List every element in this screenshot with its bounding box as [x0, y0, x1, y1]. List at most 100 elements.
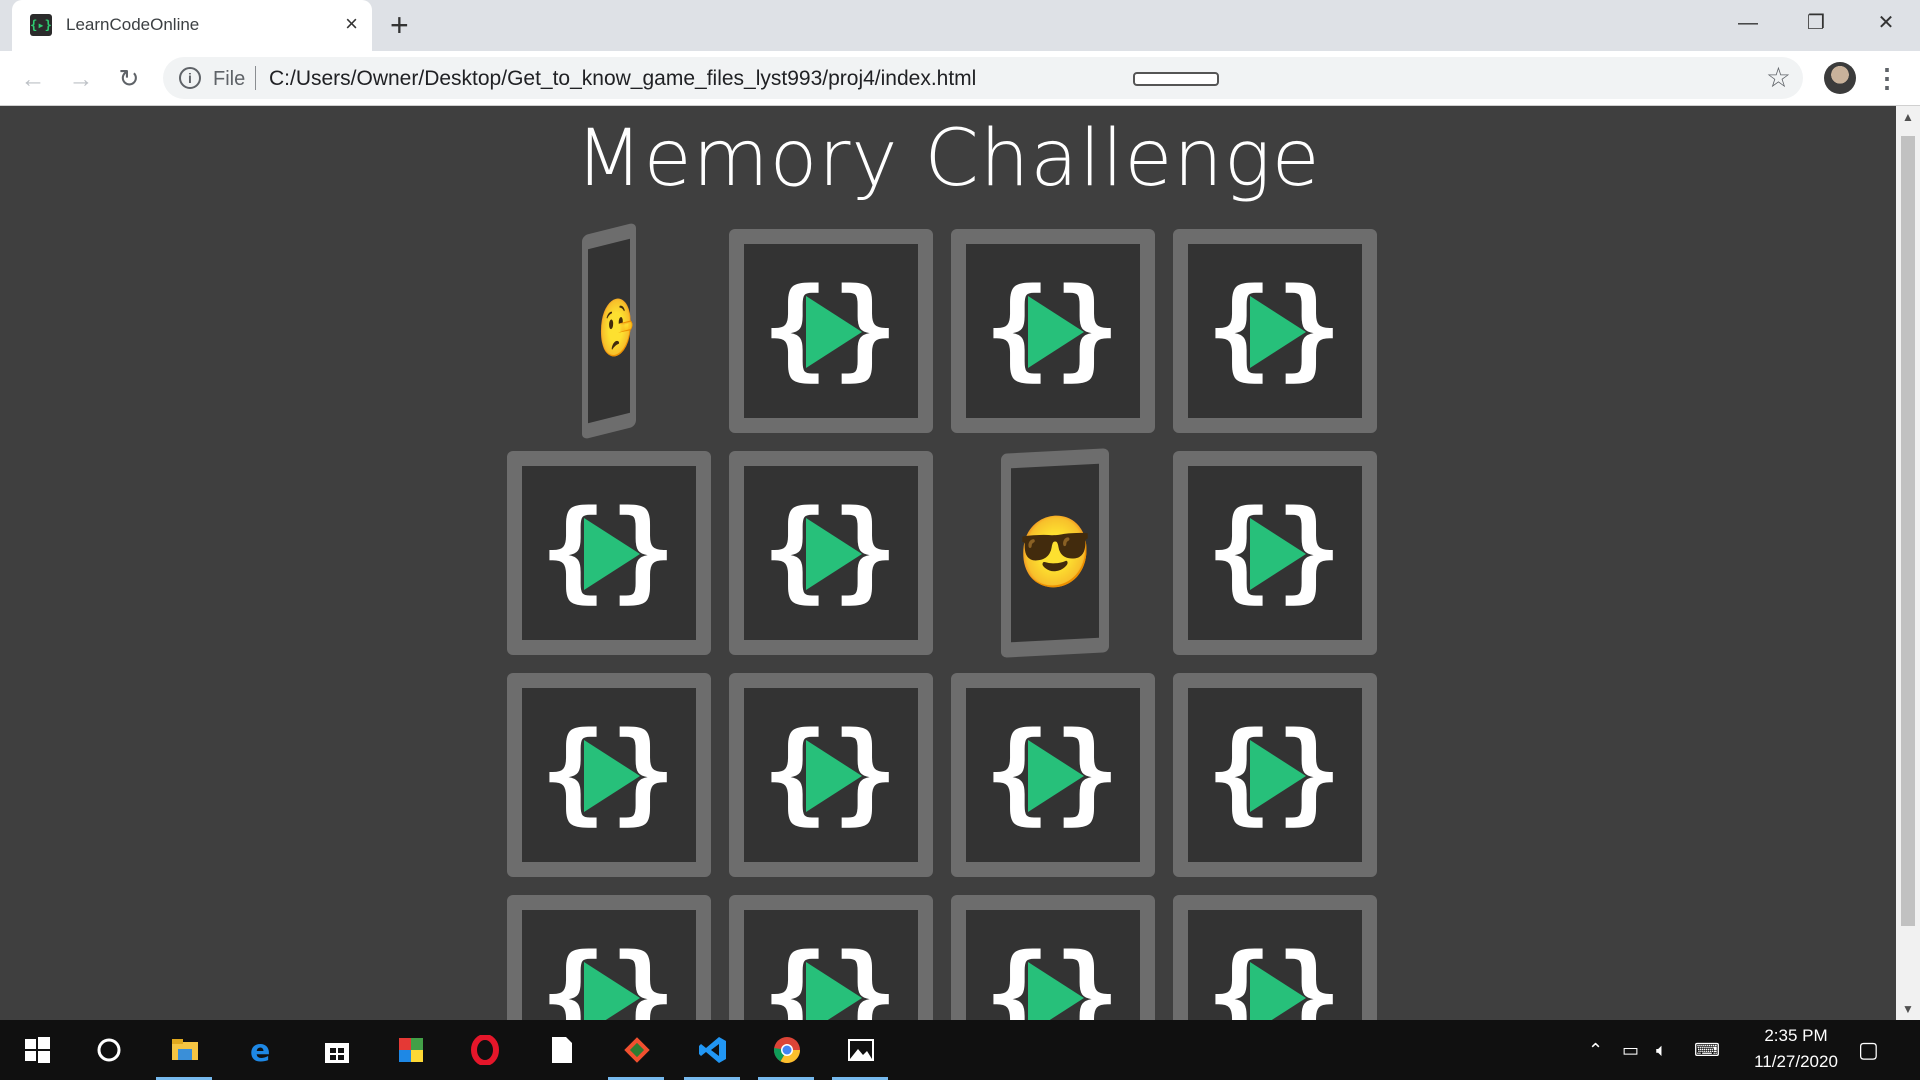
lco-logo-icon: {}: [744, 466, 918, 640]
notifications-icon[interactable]: ▢: [1858, 1038, 1879, 1062]
file-explorer-icon: [172, 1039, 198, 1060]
opera-button[interactable]: [452, 1020, 516, 1080]
edge-button[interactable]: e: [228, 1020, 292, 1080]
memory-card[interactable]: {}: [729, 229, 933, 433]
card-face: {}: [744, 910, 918, 1020]
memory-card[interactable]: {}: [507, 673, 711, 877]
page-viewport: Memory Challenge 🤥 {} {} {} {} {} 😎 {} {} {} {} {} {…: [0, 106, 1896, 1020]
card-emoji: 🤥: [598, 291, 634, 364]
card-face: 😎: [1011, 463, 1099, 643]
tray-chevron-icon[interactable]: ⌃: [1588, 1038, 1603, 1062]
favicon-icon: {▸}: [30, 14, 52, 36]
omnibox-divider: [255, 66, 256, 90]
minimize-button[interactable]: —: [1728, 8, 1768, 38]
logo-right-brace: }: [832, 930, 899, 1020]
git-button[interactable]: [604, 1020, 668, 1080]
memory-card[interactable]: {}: [507, 451, 711, 655]
git-icon: [624, 1037, 650, 1063]
resize-indicator: [1133, 72, 1219, 86]
logo-right-brace: }: [1054, 264, 1121, 392]
restore-button[interactable]: ❐: [1796, 8, 1836, 38]
scroll-up-icon[interactable]: ▲: [1902, 110, 1914, 124]
card-face: {}: [522, 466, 696, 640]
forward-button[interactable]: →: [64, 62, 98, 96]
card-face: {}: [1188, 466, 1362, 640]
logo-right-brace: }: [1276, 264, 1343, 392]
reload-button[interactable]: ↻: [112, 62, 146, 96]
keyboard-icon[interactable]: ⌨: [1694, 1038, 1720, 1062]
memory-card[interactable]: {}: [1173, 673, 1377, 877]
file-explorer-button[interactable]: [152, 1020, 216, 1080]
close-window-button[interactable]: ✕: [1866, 8, 1906, 38]
lco-logo-icon: {}: [1188, 244, 1362, 418]
memory-card[interactable]: {}: [951, 895, 1155, 1020]
page-title: Memory Challenge: [575, 114, 1321, 204]
start-button[interactable]: [4, 1020, 68, 1080]
menu-dots-icon[interactable]: ⋮: [1874, 62, 1900, 96]
address-bar[interactable]: i File C:/Users/Owner/Desktop/Get_to_kno…: [163, 57, 1803, 99]
memory-card[interactable]: {}: [729, 673, 933, 877]
notepad-button[interactable]: [528, 1020, 592, 1080]
memory-card[interactable]: 😎: [1001, 448, 1109, 658]
lco-logo-icon: {}: [1188, 910, 1362, 1020]
windows-taskbar: e ⌃ ▭ 🔈︎ ⌨ 2:35 PM 11/27/2020 ▢: [0, 1020, 1920, 1080]
memory-card[interactable]: {}: [1173, 895, 1377, 1020]
search-button[interactable]: [76, 1020, 140, 1080]
card-face: {}: [744, 244, 918, 418]
tab-title: LearnCodeOnline: [66, 15, 200, 34]
card-face: {}: [522, 688, 696, 862]
new-tab-button[interactable]: +: [390, 9, 409, 41]
card-face: {}: [1188, 688, 1362, 862]
office-icon: [399, 1038, 423, 1062]
photos-icon: [848, 1039, 874, 1061]
scroll-thumb[interactable]: [1901, 136, 1915, 926]
memory-card[interactable]: {}: [951, 229, 1155, 433]
vertical-scrollbar[interactable]: ▲ ▼: [1896, 106, 1920, 1020]
memory-card[interactable]: {}: [507, 895, 711, 1020]
logo-right-brace: }: [1276, 708, 1343, 836]
back-button[interactable]: ←: [16, 62, 50, 96]
volume-icon[interactable]: 🔈︎: [1656, 1038, 1667, 1062]
opera-icon: [471, 1035, 499, 1065]
memory-card[interactable]: 🤥: [582, 222, 636, 440]
memory-card[interactable]: {}: [1173, 451, 1377, 655]
bookmark-star-icon[interactable]: ☆: [1766, 63, 1791, 93]
logo-right-brace: }: [832, 264, 899, 392]
lco-logo-icon: {}: [1188, 466, 1362, 640]
logo-right-brace: }: [610, 930, 677, 1020]
logo-right-brace: }: [832, 708, 899, 836]
tray-date[interactable]: 11/27/2020: [1736, 1052, 1856, 1072]
search-icon: [97, 1038, 121, 1062]
info-icon[interactable]: i: [179, 67, 201, 89]
tray-time[interactable]: 2:35 PM: [1746, 1026, 1846, 1046]
card-face: 🤥: [588, 238, 634, 424]
card-face: {}: [1188, 910, 1362, 1020]
card-face: {}: [744, 466, 918, 640]
memory-card[interactable]: {}: [951, 673, 1155, 877]
vscode-button[interactable]: [680, 1020, 744, 1080]
lco-logo-icon: {}: [744, 910, 918, 1020]
card-face: {}: [522, 910, 696, 1020]
photos-button[interactable]: [828, 1020, 892, 1080]
memory-card[interactable]: {}: [1173, 229, 1377, 433]
lco-logo-icon: {}: [744, 688, 918, 862]
start-icon: [25, 1037, 50, 1063]
tab-learncodeonline[interactable]: {▸} LearnCodeOnline ×: [12, 0, 372, 51]
battery-icon[interactable]: ▭: [1622, 1038, 1639, 1062]
store-button[interactable]: [304, 1020, 368, 1080]
browser-toolbar: ← → ↻ i File C:/Users/Owner/Desktop/Get_…: [0, 51, 1920, 106]
card-face: {}: [966, 244, 1140, 418]
scroll-down-icon[interactable]: ▼: [1902, 1002, 1914, 1016]
profile-avatar[interactable]: [1824, 62, 1856, 94]
memory-card[interactable]: {}: [729, 895, 933, 1020]
tab-close-button[interactable]: ×: [345, 12, 358, 36]
lco-logo-icon: {}: [744, 244, 918, 418]
card-emoji: 😎: [1017, 511, 1093, 593]
chrome-icon: [773, 1037, 801, 1064]
lco-logo-icon: {}: [522, 910, 696, 1020]
chrome-button[interactable]: [754, 1020, 818, 1080]
office-button[interactable]: [378, 1020, 442, 1080]
url-text[interactable]: C:/Users/Owner/Desktop/Get_to_know_game_…: [269, 67, 976, 91]
memory-card[interactable]: {}: [729, 451, 933, 655]
lco-logo-icon: {}: [966, 910, 1140, 1020]
